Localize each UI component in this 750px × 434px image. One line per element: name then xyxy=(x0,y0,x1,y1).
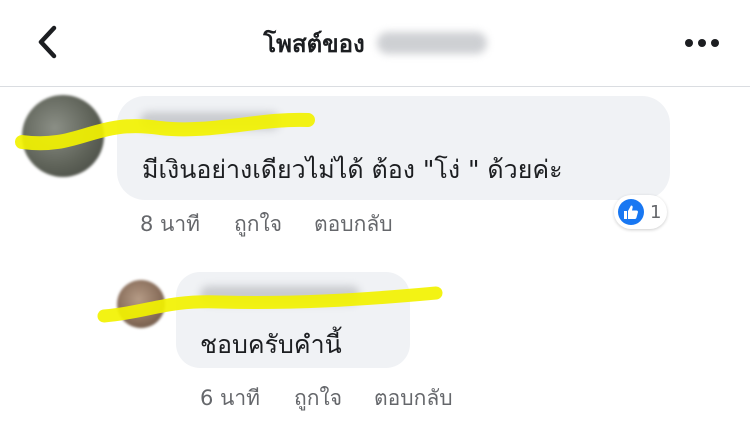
reply-button[interactable]: ตอบกลับ xyxy=(314,208,393,241)
blurred-username xyxy=(376,32,487,54)
header-title-group: โพสต์ของ xyxy=(0,0,750,86)
like-button[interactable]: ถูกใจ xyxy=(294,382,342,415)
comment-time: 6 นาที xyxy=(200,386,261,410)
comment-text: มีเงินอย่างเดียวไม่ได้ ต้อง "โง่ " ด้วยค… xyxy=(142,155,563,184)
page-title: โพสต์ของ xyxy=(263,29,365,58)
more-options-button[interactable] xyxy=(682,28,722,58)
post-header: โพสต์ของ xyxy=(0,0,750,87)
blurred-author-name[interactable] xyxy=(140,112,280,130)
reply-button[interactable]: ตอบกลับ xyxy=(374,382,453,415)
reaction-badge[interactable]: 1 xyxy=(614,195,668,229)
comment-meta: 6 นาที ถูกใจ ตอบกลับ xyxy=(200,382,485,415)
like-button[interactable]: ถูกใจ xyxy=(234,208,282,241)
reaction-count: 1 xyxy=(650,201,662,223)
avatar[interactable] xyxy=(117,280,165,328)
comment-meta: 8 นาที ถูกใจ ตอบกลับ xyxy=(140,208,425,241)
more-horizontal-icon xyxy=(685,39,719,47)
like-icon xyxy=(618,199,644,225)
blurred-author-name[interactable] xyxy=(200,286,360,304)
avatar[interactable] xyxy=(22,95,104,177)
comment-text: ชอบครับคำนี้ xyxy=(200,330,342,359)
comment-time: 8 นาที xyxy=(140,212,201,236)
